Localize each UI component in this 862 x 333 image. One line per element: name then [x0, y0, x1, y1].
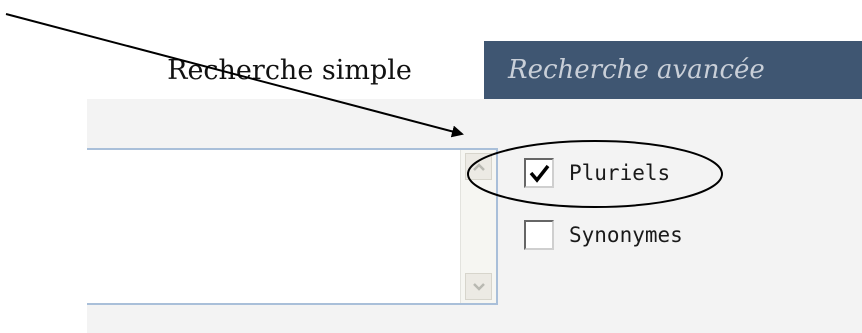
option-synonymes[interactable]: Synonymes — [524, 220, 683, 250]
checkmark-icon — [529, 164, 550, 183]
chevron-down-icon — [472, 282, 485, 291]
chevron-up-icon — [472, 162, 485, 171]
pluriels-checkbox[interactable] — [524, 158, 554, 188]
pluriels-label: Pluriels — [569, 161, 671, 185]
tab-advanced-search-label: Recherche avancée — [508, 55, 765, 85]
scroll-down-button[interactable] — [465, 273, 492, 300]
search-tabs: Recherche simple Recherche avancée — [87, 41, 862, 99]
option-pluriels[interactable]: Pluriels — [524, 158, 670, 188]
textarea-scrollbar[interactable] — [460, 150, 496, 303]
scroll-up-button[interactable] — [465, 153, 492, 180]
tab-simple-search[interactable]: Recherche simple — [87, 41, 484, 99]
synonymes-checkbox[interactable] — [524, 220, 554, 250]
tab-advanced-search[interactable]: Recherche avancée — [484, 41, 862, 99]
synonymes-label: Synonymes — [569, 223, 683, 247]
tab-simple-search-label: Recherche simple — [167, 54, 412, 86]
search-textarea[interactable] — [87, 148, 498, 305]
